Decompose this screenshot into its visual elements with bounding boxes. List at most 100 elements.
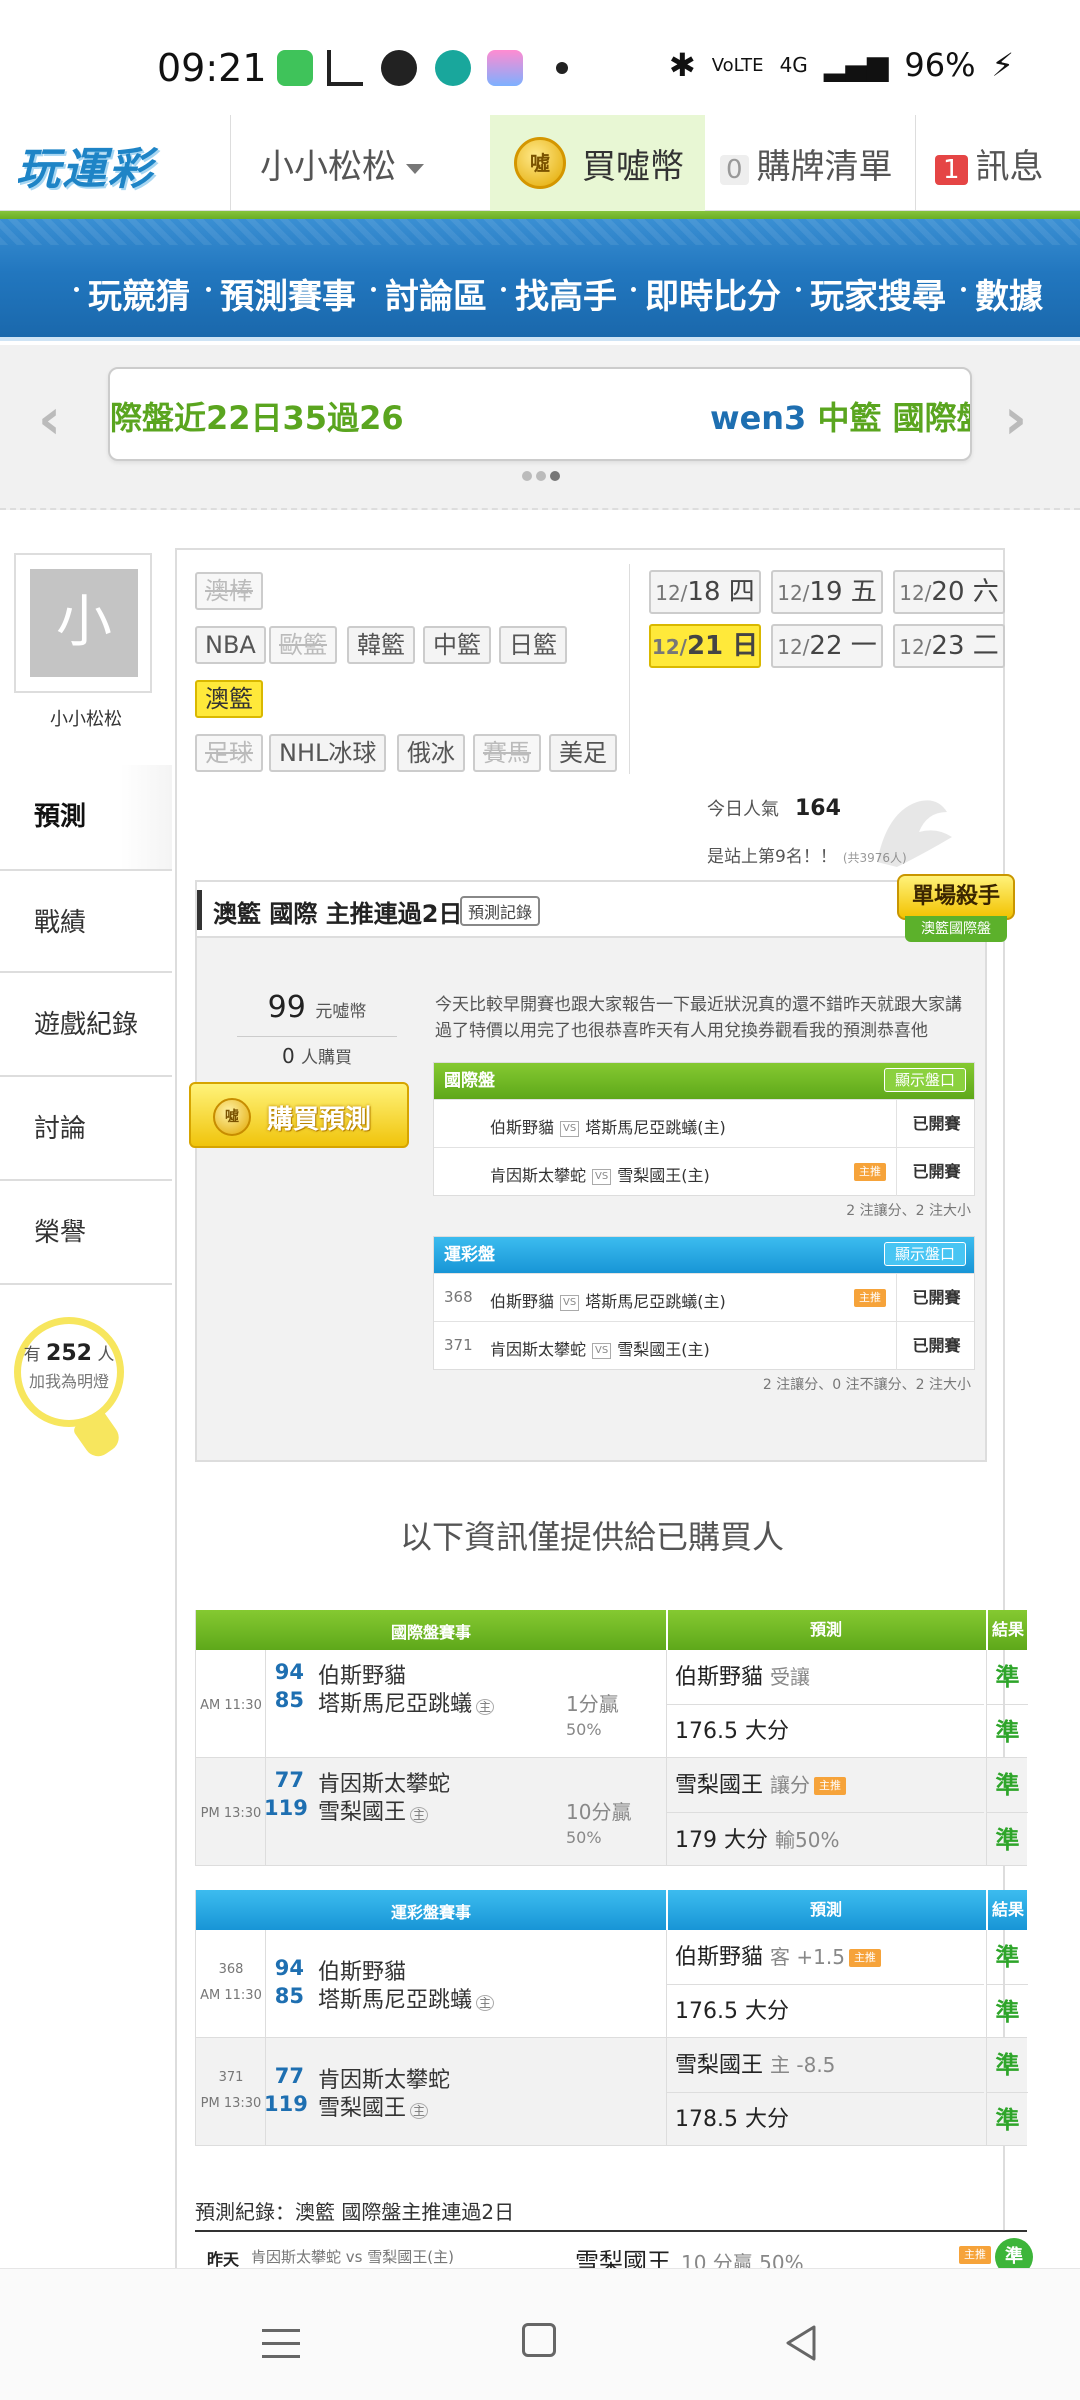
game-time: PM 13:30 — [200, 2096, 262, 2111]
messages-button[interactable]: 1 訊息 — [935, 139, 1044, 188]
chevron-right-icon[interactable]: › — [1004, 387, 1027, 452]
intl-table-header: 國際盤 顯示盤口 — [434, 1063, 974, 1099]
prediction-record-button[interactable]: 預測記錄 — [460, 896, 541, 926]
prediction-price: 99 元噓幣 — [237, 990, 397, 1025]
killer-badge-main: 單場殺手 — [897, 874, 1015, 920]
carousel-dot[interactable] — [522, 471, 532, 481]
lottery-show-odds-button[interactable]: 顯示盤口 — [883, 1242, 966, 1266]
ticker-banner[interactable]: 際盤近22日35過26 wen3 中籃 國際盤 — [108, 367, 972, 461]
killer-badge-sub: 澳籃國際盤 — [905, 916, 1007, 942]
home-team-name: 塔斯馬尼亞跳蟻 — [318, 1692, 473, 1717]
chevron-left-icon[interactable]: ‹ — [38, 387, 61, 452]
date-tab-1219[interactable]: 12/19 五 — [771, 570, 883, 614]
sport-chip-china-basketball[interactable]: 中籃 — [423, 626, 491, 664]
buy-prediction-button[interactable]: 噓 購買預測 — [189, 1082, 409, 1148]
status-bar: 09:21 ✱ VoLTE 4G ▂▄▆ 96% ⚡ — [0, 0, 1080, 110]
pick-team: 伯斯野貓 — [675, 1665, 764, 1690]
date-tab-1222[interactable]: 12/22 一 — [771, 624, 883, 668]
side-menu-discussion[interactable]: 討論 — [0, 1077, 172, 1181]
side-menu-record[interactable]: 戰績 — [0, 869, 172, 973]
nav-item-experts[interactable]: 找高手 — [501, 269, 617, 318]
user-menu[interactable]: 小小松松 — [260, 139, 424, 188]
date-day: 23 二 — [931, 631, 999, 661]
header-accent-bar — [197, 890, 202, 930]
sport-chip-nhl[interactable]: NHL冰球 — [269, 734, 387, 772]
sport-chip-nba[interactable]: NBA — [195, 626, 266, 664]
match-teams: 伯斯野貓 VS 塔斯馬尼亞跳蟻(主) — [490, 1288, 726, 1312]
site-logo[interactable]: 玩運彩 — [16, 133, 154, 197]
history-day: 昨天 — [207, 2250, 240, 2269]
side-menu-honor[interactable]: 榮譽 — [0, 1181, 172, 1285]
home-team: 雪梨國王主 — [318, 1794, 429, 1826]
sport-chip-euro-basketball: 歐籃 — [269, 626, 337, 664]
battery-level: 96% — [904, 46, 976, 84]
match-teams: 肯因斯太攀蛇 VS 雪梨國王(主) — [490, 1336, 710, 1360]
carousel-dot-active[interactable] — [550, 471, 560, 481]
nav-item-player-search[interactable]: 玩家搜尋 — [796, 269, 946, 318]
home-icon[interactable] — [522, 2323, 556, 2357]
intl-show-odds-button[interactable]: 顯示盤口 — [883, 1068, 966, 1092]
sport-chip-japan-basketball[interactable]: 日籃 — [499, 626, 567, 664]
nav-item-live-score[interactable]: 即時比分 — [631, 269, 781, 318]
light-bulb-follow[interactable]: 有 252 人 加我為明燈 — [14, 1317, 124, 1427]
carousel-dot[interactable] — [536, 471, 546, 481]
result-cell: 準 — [986, 1704, 1028, 1758]
date-month: 12/ — [899, 581, 932, 605]
sport-chip-korea-basketball[interactable]: 韓籃 — [347, 626, 415, 664]
home-score: 85 — [274, 1984, 304, 2008]
date-tab-1218[interactable]: 12/18 四 — [649, 570, 761, 614]
date-tab-1223[interactable]: 12/23 二 — [893, 624, 1005, 668]
history-title: 預測紀錄：澳籃 國際盤主推連過2日 — [195, 2200, 515, 2224]
sport-chip-russia-hockey[interactable]: 俄冰 — [397, 734, 465, 772]
pick-team: 雪梨國王 — [675, 2053, 764, 2078]
result-cell: 準 — [986, 2092, 1028, 2146]
game-time: PM 13:30 — [200, 1806, 262, 1821]
home-mark: 主 — [476, 1995, 495, 2011]
margin-value: 10分贏 — [566, 1800, 632, 1824]
buyers-only-title: 以下資訊僅提供給已購買人 — [399, 1518, 784, 1556]
sport-chip-horse-racing: 賽馬 — [473, 734, 541, 772]
col-header-prediction: 預測 — [666, 1890, 984, 1930]
prediction-buyers: 0 人購買 — [237, 1036, 397, 1068]
recent-apps-icon[interactable] — [262, 2329, 300, 2368]
nav-item-guess[interactable]: 玩競猜 — [74, 269, 190, 318]
lottery-results-header: 運彩盤賽事 預測 結果 — [196, 1890, 1027, 1930]
profile-name: 小小松松 — [50, 709, 122, 730]
cart-label: 購牌清單 — [756, 147, 893, 187]
prediction-title: 澳籃 國際 主推連過2日 — [213, 900, 463, 928]
buy-coin-button[interactable]: 噓 買噓幣 — [490, 115, 705, 211]
home-mark: 主 — [410, 2103, 429, 2119]
cart-button[interactable]: 0 購牌清單 — [720, 139, 893, 188]
date-day: 20 六 — [931, 577, 999, 607]
fans-count: 252 — [46, 1341, 92, 1366]
away-team: 伯斯野貓 — [490, 1292, 555, 1311]
match-teams: 肯因斯太攀蛇 VS 雪梨國王(主) — [490, 1162, 710, 1186]
pick-total: 176.5 大分 — [675, 1719, 789, 1744]
profile-menu: 預測 戰績 遊戲紀錄 討論 榮譽 — [0, 765, 172, 1285]
nav-item-data[interactable]: 數據 — [961, 269, 1043, 318]
home-team: 塔斯馬尼亞跳蟻(主) — [585, 1292, 726, 1311]
home-mark: 主 — [476, 1699, 495, 1715]
status-right: ✱ VoLTE 4G ▂▄▆ 96% ⚡ — [669, 46, 1014, 84]
main-nav: 玩競猜 預測賽事 討論區 找高手 即時比分 玩家搜尋 數據 — [0, 219, 1080, 341]
side-menu-game-log[interactable]: 遊戲紀錄 — [0, 973, 172, 1077]
nav-stripe — [0, 219, 1080, 245]
date-tab-1221[interactable]: 12/21 日 — [649, 624, 761, 668]
away-team: 肯因斯太攀蛇 — [490, 1340, 587, 1359]
nav-item-forum[interactable]: 討論區 — [371, 269, 487, 318]
home-score: 119 — [264, 2092, 308, 2116]
side-menu-predict[interactable]: 預測 — [0, 765, 172, 869]
avatar-frame[interactable]: 小 — [14, 553, 152, 693]
sport-chip-aus-basketball[interactable]: 澳籃 — [195, 680, 263, 718]
result-game-row: 368 AM 11:30 94 伯斯野貓 85 塔斯馬尼亞跳蟻主 伯斯野貓 客 +… — [196, 1930, 1028, 2038]
sport-chip-american-football[interactable]: 美足 — [549, 734, 617, 772]
home-team: 雪梨國王主 — [318, 2090, 429, 2122]
prediction-cell: 雪梨國王 讓分 主推 — [666, 1758, 984, 1812]
line-app-icon — [381, 50, 417, 86]
back-icon[interactable] — [782, 2323, 822, 2363]
col-header-games: 國際盤賽事 — [390, 1623, 471, 1642]
rank-text: 是站上第9名！！ — [707, 847, 837, 867]
ticker-text-right: wen3 中籃 國際盤 — [710, 393, 970, 439]
nav-item-predict[interactable]: 預測賽事 — [206, 269, 356, 318]
date-tab-1220[interactable]: 12/20 六 — [893, 570, 1005, 614]
